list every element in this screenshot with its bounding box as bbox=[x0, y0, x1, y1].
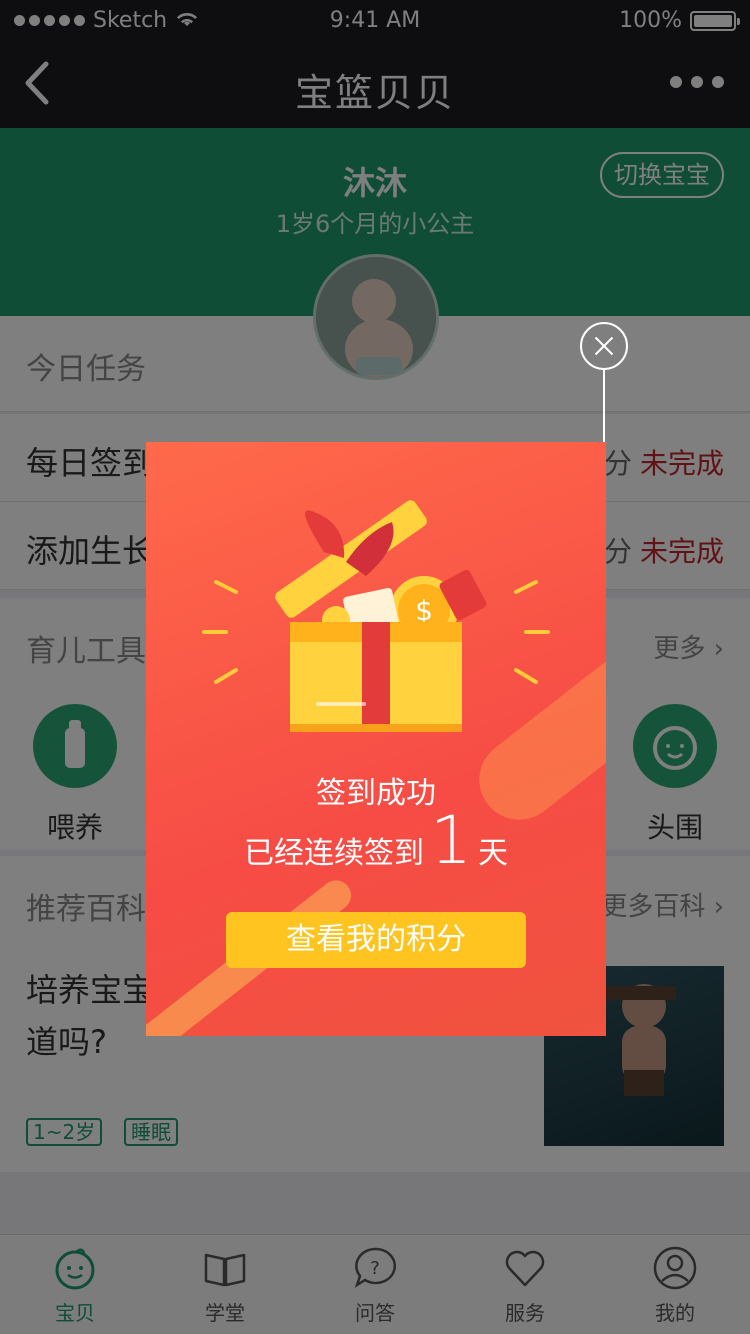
streak-prefix: 已经连续签到 bbox=[244, 836, 424, 871]
gift-box-icon: $ bbox=[202, 500, 550, 732]
close-button[interactable] bbox=[580, 322, 628, 370]
streak-message: 已经连续签到1 天 bbox=[146, 802, 606, 879]
streak-days: 1 bbox=[430, 802, 472, 879]
view-points-button[interactable]: 查看我的积分 bbox=[226, 912, 526, 968]
close-connector bbox=[603, 370, 605, 442]
checkin-success-popup: $ 签到成功 已经连续签到1 天 查看我的积分 bbox=[146, 442, 606, 1036]
streak-suffix: 天 bbox=[478, 836, 508, 871]
